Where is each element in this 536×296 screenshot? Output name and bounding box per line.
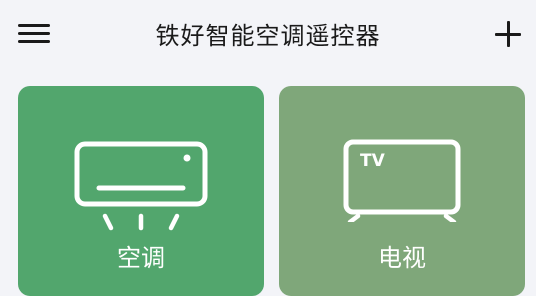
page-title: 铁好智能空调遥控器 [155,22,381,50]
tv-icon: TV [343,139,461,222]
device-card-air-conditioner[interactable]: 空调 [18,86,264,296]
tv-icon-text: TV [360,151,386,171]
add-device-button[interactable] [490,16,526,52]
app-header: 铁好智能空调遥控器 [0,0,536,70]
air-conditioner-icon [74,141,208,231]
device-card-label: 空调 [117,244,165,272]
device-card-label: 电视 [378,244,426,272]
device-card-tv[interactable]: TV 电视 [279,86,525,296]
